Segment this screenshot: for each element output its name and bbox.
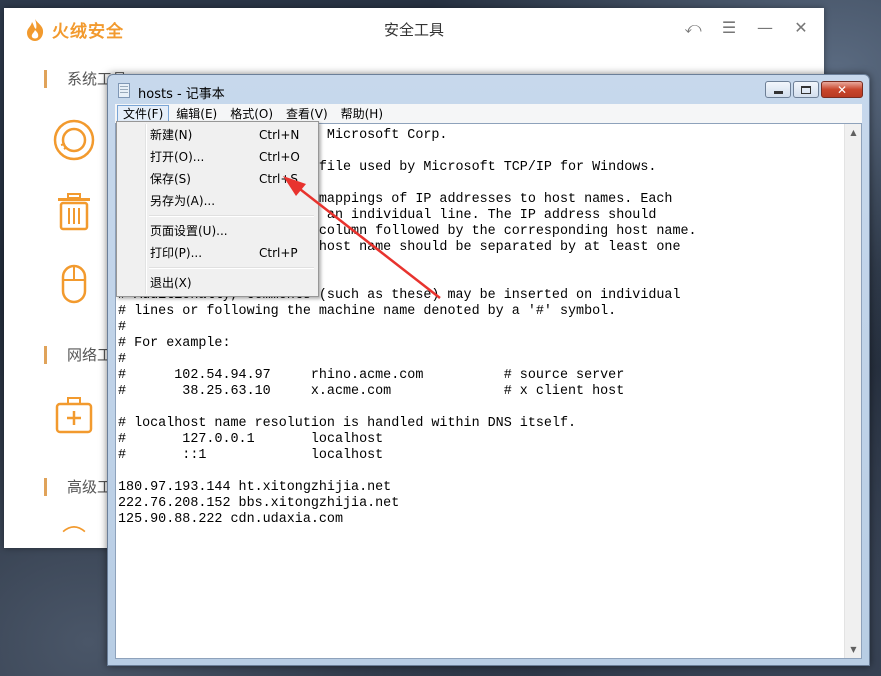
menu-item-label: 保存(S) bbox=[150, 172, 191, 186]
close-icon: ✕ bbox=[794, 18, 808, 37]
close-button[interactable]: ✕ bbox=[792, 18, 810, 38]
huorong-titlebar: 火绒安全 安全工具 ⤺ ☰ — ✕ bbox=[4, 8, 824, 50]
file-menu-item[interactable]: 页面设置(U)... bbox=[119, 220, 316, 242]
menu-file[interactable]: 文件(F) bbox=[117, 104, 170, 123]
lifebuoy-icon bbox=[53, 119, 95, 161]
tool-advanced[interactable] bbox=[52, 518, 96, 548]
file-menu-dropdown: 新建(N) Ctrl+N 打开(O)... Ctrl+O 保存(S) Ctrl+S 另存为(… bbox=[116, 121, 319, 297]
menu-separator bbox=[119, 212, 316, 220]
notepad-title: hosts - 记事本 bbox=[138, 87, 225, 102]
back-button[interactable]: ⤺ bbox=[684, 18, 702, 38]
file-menu-item[interactable]: 另存为(A)... bbox=[119, 190, 316, 212]
text-line: # ::1 localhost bbox=[118, 448, 384, 463]
text-line: # localhost name resolution is handled w… bbox=[118, 416, 577, 431]
huorong-logo: 火绒安全 bbox=[24, 17, 124, 42]
flame-logo-icon bbox=[27, 18, 44, 41]
menu-item-shortcut: Ctrl+O bbox=[259, 150, 300, 164]
minimize-icon: — bbox=[757, 18, 773, 37]
menu-help[interactable]: 帮助(H) bbox=[335, 105, 389, 123]
main-menu-button[interactable]: ☰ bbox=[720, 18, 738, 38]
menu-icon: ☰ bbox=[721, 18, 737, 37]
close-icon: ✕ bbox=[836, 82, 848, 97]
file-menu-item[interactable]: 打印(P)... Ctrl+P bbox=[119, 242, 316, 264]
scroll-up-button[interactable]: ▲ bbox=[845, 124, 861, 141]
text-line: 222.76.208.152 bbs.xitongzhijia.net bbox=[118, 496, 400, 511]
minimize-button[interactable]: — bbox=[756, 18, 774, 38]
text-line: 125.90.88.222 cdn.udaxia.com bbox=[118, 512, 343, 527]
menu-format[interactable]: 格式(O) bbox=[224, 105, 279, 123]
text-line: # lines or following the machine name de… bbox=[118, 304, 617, 319]
text-line: 180.97.193.144 ht.xitongzhijia.net bbox=[118, 480, 392, 495]
text-line: # 102.54.94.97 rhino.acme.com # source s… bbox=[118, 368, 625, 383]
mouse-icon bbox=[61, 264, 87, 304]
menu-edit[interactable]: 编辑(E) bbox=[170, 105, 223, 123]
file-menu-item[interactable]: 打开(O)... Ctrl+O bbox=[119, 146, 316, 168]
text-line: # bbox=[118, 320, 127, 335]
text-line: # bbox=[118, 352, 127, 367]
notepad-titlebar[interactable]: hosts - 记事本 ✕ bbox=[108, 75, 869, 105]
menu-item-label: 打印(P)... bbox=[150, 246, 203, 260]
text-line: # For example: bbox=[118, 336, 231, 351]
text-line bbox=[118, 464, 841, 480]
minimize-icon bbox=[773, 91, 783, 94]
notepad-app-icon bbox=[118, 83, 130, 98]
menu-item-shortcut: Ctrl+P bbox=[259, 246, 298, 260]
text-line: # 127.0.0.1 localhost bbox=[118, 432, 384, 447]
menu-item-label: 页面设置(U)... bbox=[150, 224, 228, 238]
menu-item-label: 打开(O)... bbox=[150, 150, 205, 164]
file-menu-item[interactable]: 保存(S) Ctrl+S bbox=[119, 168, 316, 190]
tool-trash[interactable] bbox=[52, 190, 96, 234]
trash-icon bbox=[58, 193, 90, 231]
menu-item-label: 另存为(A)... bbox=[150, 194, 216, 208]
maximize-icon bbox=[801, 85, 811, 94]
notepad-minimize-button[interactable] bbox=[765, 81, 791, 98]
back-icon: ⤺ bbox=[684, 18, 702, 37]
arrow-up-icon: ▲ bbox=[850, 128, 857, 137]
menu-item-shortcut: Ctrl+N bbox=[259, 128, 300, 142]
tool-mouse[interactable] bbox=[52, 262, 96, 306]
medkit-icon bbox=[55, 397, 93, 434]
tool-medkit[interactable] bbox=[52, 394, 96, 438]
tool-lifebuoy[interactable] bbox=[52, 118, 96, 162]
vertical-scrollbar[interactable]: ▲ ▼ bbox=[844, 124, 861, 658]
file-menu-item[interactable]: 退出(X) bbox=[119, 272, 316, 294]
menu-item-shortcut: Ctrl+S bbox=[259, 172, 299, 186]
notepad-close-button[interactable]: ✕ bbox=[821, 81, 863, 98]
notepad-maximize-button[interactable] bbox=[793, 81, 819, 98]
menu-view[interactable]: 查看(V) bbox=[280, 105, 334, 123]
menu-item-label: 退出(X) bbox=[150, 276, 192, 290]
text-line: # 38.25.63.10 x.acme.com # x client host bbox=[118, 384, 625, 399]
menu-item-label: 新建(N) bbox=[150, 128, 193, 142]
text-line bbox=[118, 400, 841, 416]
arc-icon bbox=[62, 526, 86, 533]
huorong-logo-text: 火绒安全 bbox=[52, 22, 124, 42]
file-menu-item[interactable]: 新建(N) Ctrl+N bbox=[119, 124, 316, 146]
arrow-down-icon: ▼ bbox=[850, 645, 857, 654]
scroll-down-button[interactable]: ▼ bbox=[845, 641, 861, 658]
menu-separator bbox=[119, 264, 316, 272]
